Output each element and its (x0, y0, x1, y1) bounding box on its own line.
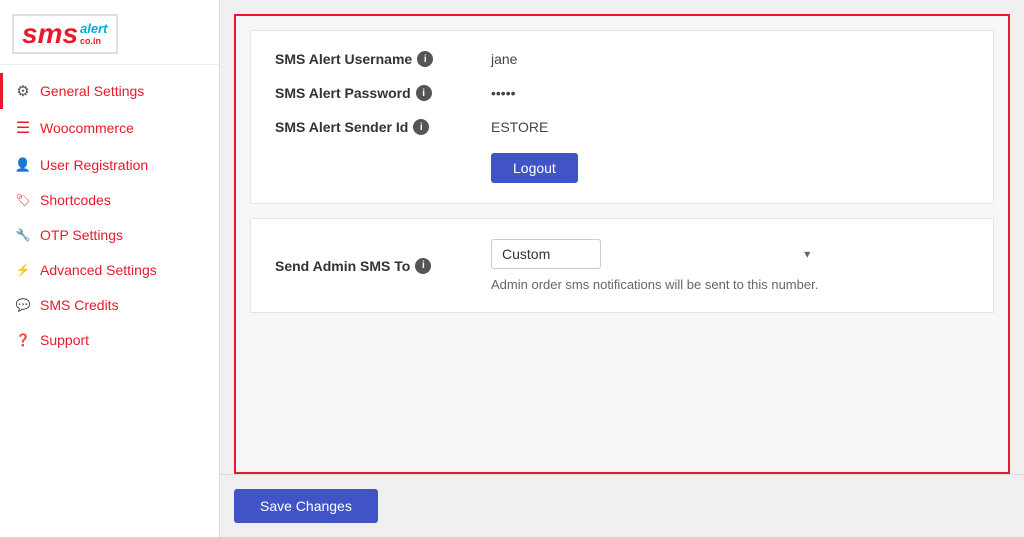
admin-sms-select[interactable]: Custom Admin Both (491, 239, 601, 269)
sidebar: sms alert co.in General Settings ☰ Wooco… (0, 0, 220, 537)
sidebar-item-advanced-settings[interactable]: Advanced Settings (0, 252, 219, 287)
nav-menu: General Settings ☰ Woocommerce User Regi… (0, 65, 219, 365)
admin-sms-hint: Admin order sms notifications will be se… (491, 277, 818, 292)
logo: sms alert co.in (12, 14, 118, 54)
password-info-icon[interactable]: i (416, 85, 432, 101)
sidebar-label-woocommerce: Woocommerce (40, 120, 134, 136)
username-label: SMS Alert Username i (275, 51, 475, 67)
logo-coin-text: co.in (80, 37, 107, 46)
password-value: ••••• (491, 85, 516, 101)
sidebar-label-otp-settings: OTP Settings (40, 227, 123, 243)
admin-sms-row: Send Admin SMS To i Custom Admin Both Ad… (275, 239, 969, 292)
credentials-section: SMS Alert Username i jane SMS Alert Pass… (250, 30, 994, 204)
sender-id-info-icon[interactable]: i (413, 119, 429, 135)
username-row: SMS Alert Username i jane (275, 51, 969, 67)
sidebar-label-general-settings: General Settings (40, 83, 144, 99)
sidebar-label-sms-credits: SMS Credits (40, 297, 119, 313)
logo-area: sms alert co.in (0, 0, 219, 65)
sender-id-label: SMS Alert Sender Id i (275, 119, 475, 135)
sidebar-item-otp-settings[interactable]: OTP Settings (0, 217, 219, 252)
admin-field-group: Custom Admin Both Admin order sms notifi… (475, 239, 818, 292)
footer-area: Save Changes (220, 474, 1024, 537)
sidebar-item-user-registration[interactable]: User Registration (0, 147, 219, 182)
sidebar-item-general-settings[interactable]: General Settings (0, 73, 219, 109)
admin-sms-info-icon[interactable]: i (415, 258, 431, 274)
sidebar-item-shortcodes[interactable]: Shortcodes (0, 182, 219, 217)
logo-alert-text: alert (80, 22, 107, 36)
credits-icon (14, 296, 32, 313)
advanced-icon (14, 261, 32, 278)
logout-row: Logout (275, 153, 969, 183)
sidebar-item-woocommerce[interactable]: ☰ Woocommerce (0, 109, 219, 147)
content-area: SMS Alert Username i jane SMS Alert Pass… (234, 14, 1010, 474)
sidebar-label-user-registration: User Registration (40, 157, 148, 173)
logo-sms-text: sms (22, 20, 78, 48)
gear-icon (14, 82, 32, 100)
password-label: SMS Alert Password i (275, 85, 475, 101)
woo-icon: ☰ (14, 118, 32, 138)
otp-icon (14, 226, 32, 243)
username-value: jane (491, 51, 517, 67)
logo-right: alert co.in (80, 22, 107, 45)
logout-button[interactable]: Logout (491, 153, 578, 183)
sender-id-row: SMS Alert Sender Id i ESTORE (275, 119, 969, 135)
sender-id-value: ESTORE (491, 119, 548, 135)
support-icon (14, 331, 32, 348)
save-changes-button[interactable]: Save Changes (234, 489, 378, 523)
admin-sms-label: Send Admin SMS To i (275, 258, 475, 274)
sidebar-item-support[interactable]: Support (0, 322, 219, 357)
username-info-icon[interactable]: i (417, 51, 433, 67)
custom-select-wrapper: Custom Admin Both (491, 239, 818, 269)
user-icon (14, 156, 32, 173)
admin-sms-section: Send Admin SMS To i Custom Admin Both Ad… (250, 218, 994, 313)
sidebar-label-advanced-settings: Advanced Settings (40, 262, 157, 278)
sidebar-item-sms-credits[interactable]: SMS Credits (0, 287, 219, 322)
password-row: SMS Alert Password i ••••• (275, 85, 969, 101)
sidebar-label-support: Support (40, 332, 89, 348)
main-content: SMS Alert Username i jane SMS Alert Pass… (220, 0, 1024, 537)
shortcodes-icon (14, 191, 32, 208)
sidebar-label-shortcodes: Shortcodes (40, 192, 111, 208)
